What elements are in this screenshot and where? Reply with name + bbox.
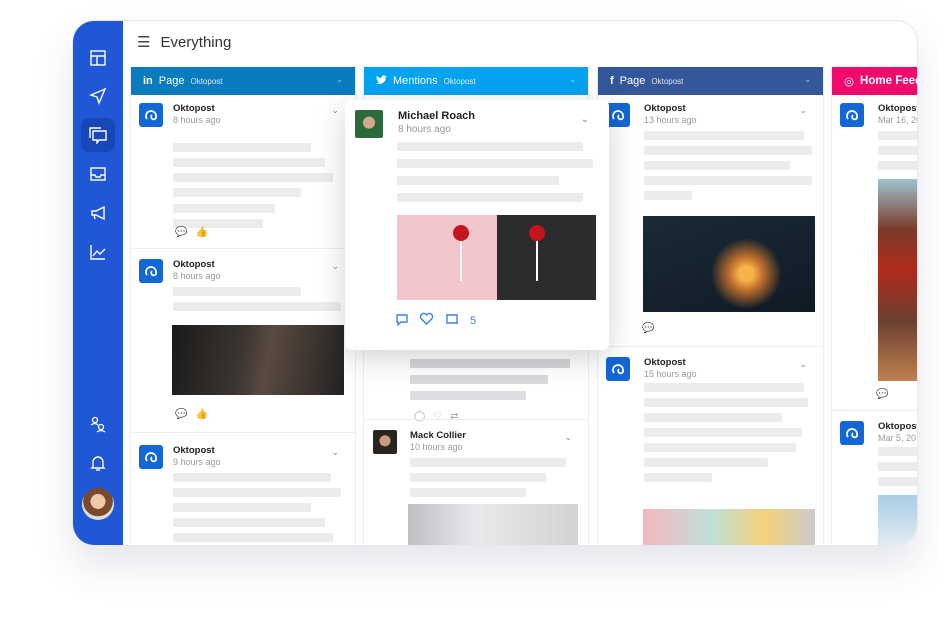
post-author: Oktopost bbox=[644, 103, 686, 114]
author-avatar bbox=[373, 430, 397, 454]
twitter-icon bbox=[376, 74, 387, 88]
column-sub: Oktopost bbox=[651, 76, 684, 86]
analytics-icon[interactable] bbox=[81, 235, 115, 269]
oktopost-logo bbox=[139, 103, 163, 127]
column-header[interactable]: f Page Oktopost ⌄ bbox=[598, 67, 823, 95]
post-image[interactable] bbox=[408, 504, 578, 545]
chevron-down-icon[interactable]: ⌄ bbox=[804, 75, 811, 84]
post-time: 8 hours ago bbox=[173, 115, 221, 125]
post-card: Oktopost 9 hours ago ⌄ bbox=[131, 433, 355, 545]
post-image[interactable] bbox=[397, 215, 596, 300]
column-label: Page bbox=[619, 75, 646, 87]
column-label: Page bbox=[158, 75, 185, 87]
chevron-down-icon[interactable]: ⌄ bbox=[581, 114, 589, 125]
post-time: 13 hours ago bbox=[644, 115, 697, 125]
send-icon[interactable] bbox=[81, 79, 115, 113]
heart-icon[interactable] bbox=[419, 312, 434, 329]
oktopost-logo bbox=[606, 357, 630, 381]
post-actions: 💬 bbox=[876, 389, 888, 400]
column-linkedin: in Page Oktopost ⌄ Oktopost 8 hours ago … bbox=[130, 67, 356, 545]
post-time: 8 hours ago bbox=[398, 124, 451, 135]
column-instagram: ◎ Home Feed Oktopost Mar 16, 20 💬 Oktopo… bbox=[831, 67, 918, 545]
column-sub: Oktopost bbox=[443, 76, 476, 86]
instagram-icon: ◎ bbox=[844, 76, 855, 88]
user-avatar[interactable] bbox=[82, 488, 114, 520]
column-facebook: f Page Oktopost ⌄ Oktopost 13 hours ago … bbox=[597, 67, 824, 545]
oktopost-logo bbox=[139, 259, 163, 283]
post-card: Oktopost 8 hours ago ⌄ 💬 👍 bbox=[131, 95, 355, 249]
post-time: Mar 5, 20 bbox=[878, 433, 917, 443]
oktopost-logo bbox=[606, 103, 630, 127]
chevron-down-icon[interactable]: ⌄ bbox=[331, 105, 339, 116]
inbox-icon[interactable] bbox=[81, 157, 115, 191]
post-author: Oktopost bbox=[878, 103, 918, 114]
comment-icon[interactable]: 💬 bbox=[175, 227, 187, 238]
post-image[interactable] bbox=[643, 216, 815, 312]
retweet-icon[interactable] bbox=[444, 312, 460, 329]
column-header[interactable]: in Page Oktopost ⌄ bbox=[131, 67, 355, 95]
chevron-down-icon[interactable]: ⌄ bbox=[799, 105, 807, 116]
post-actions: 💬 bbox=[642, 323, 654, 334]
top-bar: ☰ Everything bbox=[137, 33, 232, 52]
chevron-down-icon[interactable]: ⌄ bbox=[336, 75, 343, 84]
post-image[interactable] bbox=[172, 325, 344, 395]
expanded-tweet-card[interactable]: Michael Roach 8 hours ago ⌄ 5 bbox=[345, 100, 609, 350]
chevron-down-icon[interactable]: ⌄ bbox=[331, 447, 339, 458]
post-image[interactable] bbox=[878, 495, 917, 545]
oktopost-logo bbox=[840, 421, 864, 445]
post-author: Oktopost bbox=[173, 103, 215, 114]
comment-icon[interactable]: 💬 bbox=[876, 389, 888, 400]
linkedin-icon: in bbox=[143, 75, 153, 87]
column-label: Mentions bbox=[393, 75, 438, 87]
post-author: Oktopost bbox=[878, 421, 918, 432]
bell-icon[interactable] bbox=[81, 446, 115, 480]
post-time: 15 hours ago bbox=[644, 369, 697, 379]
author-avatar bbox=[355, 110, 383, 138]
oktopost-logo bbox=[840, 103, 864, 127]
facebook-icon: f bbox=[610, 75, 614, 87]
column-header[interactable]: ◎ Home Feed bbox=[832, 67, 918, 95]
column-header[interactable]: Mentions Oktopost ⌄ bbox=[364, 67, 588, 95]
menu-icon[interactable]: ☰ bbox=[137, 33, 150, 51]
megaphone-icon[interactable] bbox=[81, 196, 115, 230]
post-card: Oktopost Mar 5, 20 bbox=[832, 411, 918, 545]
like-icon[interactable]: 👍 bbox=[195, 409, 207, 420]
oktopost-logo bbox=[139, 445, 163, 469]
post-actions: 💬 👍 bbox=[175, 409, 208, 420]
page-title: Everything bbox=[160, 33, 232, 51]
post-time: 8 hours ago bbox=[173, 271, 221, 281]
chevron-down-icon[interactable]: ⌄ bbox=[564, 432, 572, 443]
post-author: Oktopost bbox=[173, 445, 215, 456]
post-image[interactable] bbox=[643, 509, 815, 545]
like-icon[interactable]: 👍 bbox=[195, 227, 207, 238]
post-card: Oktopost 8 hours ago ⌄ 💬 👍 bbox=[131, 249, 355, 433]
comment-icon[interactable]: 💬 bbox=[175, 409, 187, 420]
chevron-down-icon[interactable]: ⌄ bbox=[799, 359, 807, 370]
conversations-icon[interactable] bbox=[81, 118, 115, 152]
post-actions: 💬 👍 bbox=[175, 227, 208, 238]
post-author: Michael Roach bbox=[398, 110, 476, 122]
reply-icon[interactable] bbox=[395, 312, 409, 329]
retweet-count: 5 bbox=[470, 314, 477, 327]
post-card: Oktopost 15 hours ago ⌄ bbox=[598, 347, 823, 545]
post-card: Oktopost Mar 16, 20 💬 bbox=[832, 95, 918, 411]
post-card: Mack Collier 10 hours ago ⌄ bbox=[364, 419, 588, 545]
tweet-actions: 5 bbox=[395, 312, 476, 329]
post-image[interactable] bbox=[878, 179, 917, 381]
dashboard-icon[interactable] bbox=[81, 41, 115, 75]
post-author: Mack Collier bbox=[410, 430, 466, 441]
post-card: Oktopost 13 hours ago ⌄ 💬 bbox=[598, 95, 823, 347]
post-author: Oktopost bbox=[644, 357, 686, 368]
post-time: Mar 16, 20 bbox=[878, 115, 918, 125]
chevron-down-icon[interactable]: ⌄ bbox=[331, 261, 339, 272]
comment-icon[interactable]: 💬 bbox=[642, 323, 654, 334]
sidebar bbox=[73, 21, 123, 545]
post-time: 10 hours ago bbox=[410, 442, 463, 452]
post-author: Oktopost bbox=[173, 259, 215, 270]
switch-user-icon[interactable] bbox=[81, 407, 115, 441]
column-label: Home Feed bbox=[860, 75, 918, 87]
column-sub: Oktopost bbox=[190, 76, 223, 86]
post-time: 9 hours ago bbox=[173, 457, 221, 467]
chevron-down-icon[interactable]: ⌄ bbox=[569, 75, 576, 84]
